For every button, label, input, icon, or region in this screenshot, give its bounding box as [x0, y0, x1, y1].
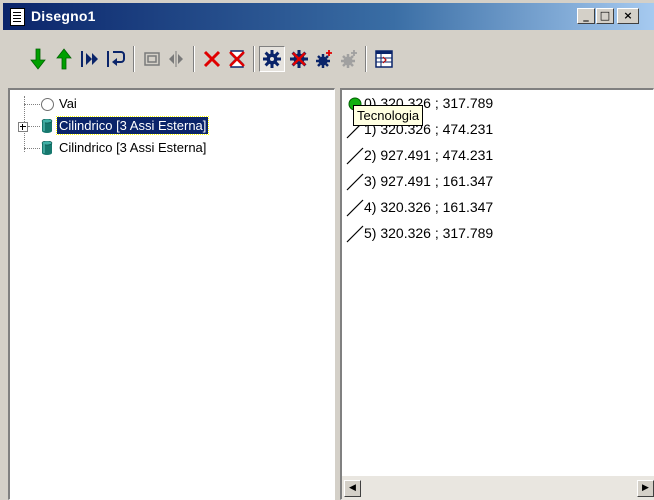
- tree-item[interactable]: Cilindrico [3 Assi Esterna]: [10, 116, 330, 135]
- list-item-text: 5) 320.326 ; 317.789: [364, 225, 494, 241]
- cylinder-icon: [41, 141, 53, 155]
- gear-add-icon[interactable]: [311, 46, 337, 72]
- tooltip: Tecnologia: [353, 105, 424, 126]
- return-icon[interactable]: [103, 46, 129, 72]
- document-icon[interactable]: [10, 8, 25, 26]
- gear-delete-icon[interactable]: [286, 46, 312, 72]
- toolbar-separator: [133, 46, 135, 72]
- radio-icon: [41, 98, 54, 111]
- hourglass-delete-icon[interactable]: [224, 46, 250, 72]
- tree-item-label: Cilindrico [3 Assi Esterna]: [55, 116, 210, 135]
- tree-item-label: Vai: [59, 96, 77, 111]
- scroll-right-button[interactable]: ▶: [637, 480, 654, 497]
- list-item-text: 2) 927.491 ; 474.231: [364, 147, 494, 163]
- toolbar-separator: [253, 46, 255, 72]
- toolbar: [3, 32, 654, 82]
- gear-disabled-icon[interactable]: [336, 46, 362, 72]
- line-segment-icon: [346, 199, 364, 217]
- tree-item-label: Cilindrico [3 Assi Esterna]: [59, 140, 207, 155]
- list-item-text: 3) 927.491 ; 161.347: [364, 173, 494, 189]
- window-title: Disegno1: [31, 8, 96, 24]
- line-segment-icon: [346, 225, 364, 243]
- scroll-left-button[interactable]: ◀: [344, 480, 361, 497]
- tree-item[interactable]: Vai: [10, 95, 330, 112]
- horizontal-scrollbar[interactable]: ◀ ▶: [342, 476, 654, 500]
- minimize-button[interactable]: _: [577, 8, 595, 24]
- delete-red-x-icon[interactable]: [199, 46, 225, 72]
- arrow-down-green-icon[interactable]: [25, 46, 51, 72]
- mirror-icon[interactable]: [163, 46, 189, 72]
- skip-forward-icon[interactable]: [77, 46, 103, 72]
- tree-panel[interactable]: Vai Cilindrico [3 Assi Esterna] Cilindri…: [8, 88, 335, 500]
- gear-icon[interactable]: [259, 46, 285, 72]
- toolbar-separator: [365, 46, 367, 72]
- expand-icon[interactable]: [18, 122, 28, 132]
- arrow-up-green-icon[interactable]: [51, 46, 77, 72]
- cylinder-icon: [41, 119, 53, 133]
- toolbar-separator: [193, 46, 195, 72]
- line-segment-icon: [346, 147, 364, 165]
- points-list-panel[interactable]: 0) 320.326 ; 317.789 1) 320.326 ; 474.23…: [340, 88, 654, 500]
- list-item-text: 4) 320.326 ; 161.347: [364, 199, 494, 215]
- title-bar[interactable]: Disegno1 _ □ ×: [3, 3, 654, 30]
- table-view-icon[interactable]: [371, 46, 397, 72]
- close-button[interactable]: ×: [617, 8, 639, 24]
- app-window: Disegno1 _ □ × Vai Cilindrico [3 Assi Es…: [0, 0, 654, 500]
- tree-item[interactable]: Cilindrico [3 Assi Esterna]: [10, 139, 330, 156]
- maximize-button[interactable]: □: [596, 8, 614, 24]
- frame-icon[interactable]: [139, 46, 165, 72]
- line-segment-icon: [346, 173, 364, 191]
